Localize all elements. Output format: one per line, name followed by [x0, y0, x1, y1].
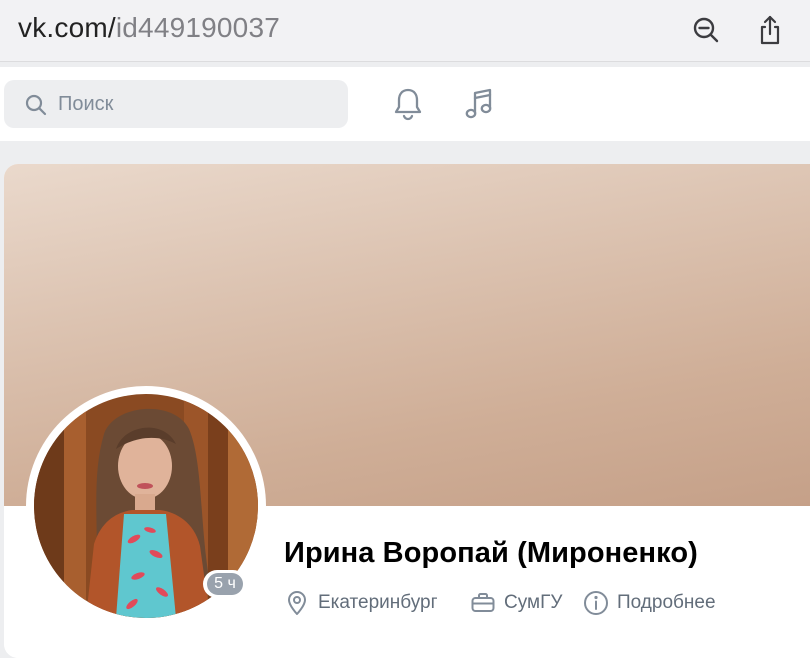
browser-address-bar: vk.com/id449190037 — [0, 0, 810, 62]
online-status-badge: 5 ч — [203, 570, 247, 598]
profile-name: Ирина Воропай (Мироненко) — [284, 537, 698, 569]
search-icon — [25, 94, 47, 116]
search-input[interactable]: Поиск — [4, 80, 348, 128]
vk-top-header: Поиск — [0, 67, 810, 141]
profile-university-text: СумГУ — [504, 592, 563, 613]
profile-city-text: Екатеринбург — [318, 592, 438, 613]
search-placeholder: Поиск — [58, 93, 114, 115]
briefcase-icon — [471, 593, 495, 612]
music-icon[interactable] — [462, 86, 496, 122]
profile-more-button[interactable]: Подробнее — [583, 588, 716, 618]
profile-city[interactable]: Екатеринбург — [284, 588, 438, 618]
info-icon — [584, 591, 608, 615]
url-path: id449190037 — [115, 12, 281, 43]
profile-university[interactable]: СумГУ — [470, 588, 562, 618]
address-url[interactable]: vk.com/id449190037 — [18, 12, 280, 44]
share-icon[interactable] — [754, 14, 786, 46]
location-pin-icon — [288, 591, 306, 615]
online-status-text: 5 ч — [207, 573, 243, 595]
url-host: vk.com/ — [18, 12, 116, 43]
profile-more-text: Подробнее — [617, 592, 716, 613]
bell-icon[interactable] — [391, 86, 425, 122]
zoom-out-icon[interactable] — [690, 14, 722, 46]
